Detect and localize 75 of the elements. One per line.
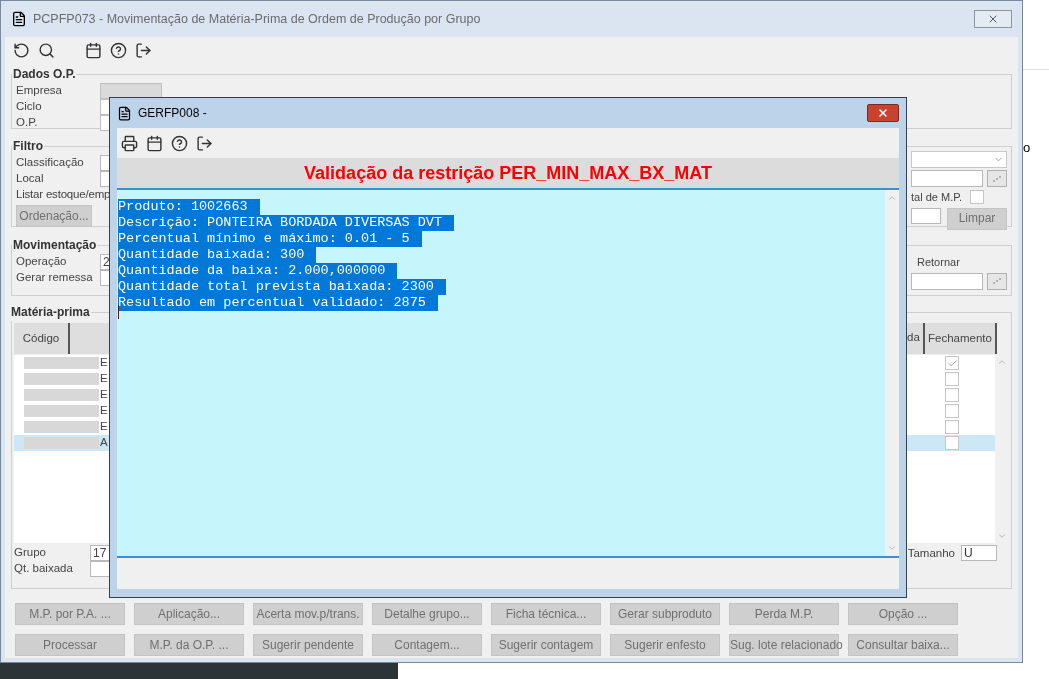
column-header[interactable]: da bbox=[907, 323, 925, 354]
table-row[interactable]: E bbox=[14, 387, 995, 403]
input-field[interactable] bbox=[90, 561, 110, 577]
input-field[interactable] bbox=[911, 272, 983, 290]
checkbox[interactable] bbox=[945, 356, 959, 370]
field-label: Grupo bbox=[14, 545, 47, 561]
scroll-up-icon[interactable] bbox=[887, 193, 897, 203]
group-title: Matéria-prima bbox=[10, 304, 91, 321]
dialog-title: GERFP008 - bbox=[138, 105, 207, 122]
field-label: Listar estoque/emp bbox=[16, 187, 111, 203]
table-cell-text: E bbox=[100, 387, 108, 403]
lookup-button[interactable] bbox=[987, 170, 1007, 187]
table-row[interactable]: E bbox=[14, 371, 995, 387]
column-header[interactable]: Fechamento bbox=[925, 323, 997, 354]
exit-icon[interactable] bbox=[135, 41, 152, 59]
close-button[interactable] bbox=[867, 104, 899, 122]
table-row[interactable]: E bbox=[14, 355, 995, 371]
scroll-up-icon[interactable] bbox=[997, 357, 1007, 367]
document-icon bbox=[11, 11, 27, 27]
checkbox-label: tal de M.P. bbox=[911, 190, 963, 205]
field-label: Qt. baixada bbox=[14, 561, 74, 577]
checkbox[interactable] bbox=[945, 372, 959, 386]
field-label: Empresa bbox=[16, 83, 64, 99]
dialog-heading: Validação da restrição PER_MIN_MAX_BX_MAT bbox=[304, 161, 712, 185]
field-label: Tamanho bbox=[907, 546, 955, 561]
edge-text: o bbox=[1023, 139, 1031, 157]
checkbox[interactable] bbox=[945, 388, 959, 402]
input-field[interactable] bbox=[100, 83, 162, 99]
ellipsis-icon bbox=[992, 174, 1002, 183]
table-row[interactable]: E bbox=[14, 403, 995, 419]
close-icon bbox=[877, 107, 889, 119]
field-label: Operação bbox=[16, 254, 68, 270]
table-row[interactable]: E bbox=[14, 419, 995, 435]
help-icon[interactable] bbox=[171, 134, 188, 152]
field-label: Ciclo bbox=[16, 99, 43, 115]
lookup-button[interactable] bbox=[987, 272, 1007, 290]
input-field[interactable] bbox=[911, 170, 983, 187]
window-title: PCPFP073 - Movimentação de Matéria-Prima de Ordem de Produção por Grupo bbox=[33, 10, 481, 28]
calendar-icon[interactable] bbox=[85, 41, 102, 59]
checkbox[interactable] bbox=[970, 190, 985, 205]
exit-icon[interactable] bbox=[196, 134, 213, 152]
field-label: O.P. bbox=[16, 115, 39, 131]
close-icon bbox=[987, 13, 999, 25]
scroll-down-icon[interactable] bbox=[997, 531, 1007, 541]
print-icon[interactable] bbox=[121, 134, 138, 152]
text-cursor bbox=[118, 305, 119, 319]
checkbox[interactable] bbox=[945, 436, 959, 450]
column-header[interactable]: Código bbox=[14, 323, 70, 354]
table-cell-text: E bbox=[100, 403, 108, 419]
refresh-icon[interactable] bbox=[13, 41, 30, 59]
group-title: Movimentação bbox=[12, 237, 98, 254]
group-title: Dados O.P. bbox=[12, 66, 77, 83]
field-label: Gerar remessa bbox=[16, 270, 94, 286]
scrollbar[interactable] bbox=[885, 190, 899, 556]
ellipsis-icon bbox=[992, 277, 1002, 285]
scroll-down-icon[interactable] bbox=[887, 543, 897, 553]
search-icon[interactable] bbox=[38, 41, 55, 59]
calendar-icon[interactable] bbox=[146, 134, 163, 152]
input-field[interactable]: 17 bbox=[90, 545, 110, 561]
field-label: Classificação bbox=[16, 155, 85, 171]
help-icon[interactable] bbox=[110, 41, 127, 59]
checkbox[interactable] bbox=[945, 420, 959, 434]
table-cell-text: A bbox=[100, 435, 108, 451]
radio-label: Retornar bbox=[916, 255, 960, 270]
checkbox[interactable] bbox=[945, 404, 959, 418]
input-field[interactable]: U bbox=[961, 545, 997, 561]
table-cell-text: E bbox=[100, 371, 108, 387]
message-textarea[interactable] bbox=[117, 188, 899, 558]
document-icon bbox=[117, 105, 132, 121]
dropdown[interactable] bbox=[911, 151, 1007, 168]
group-title: Filtro bbox=[12, 138, 44, 155]
table-cell-text: E bbox=[100, 355, 108, 371]
table-cell-text: E bbox=[100, 419, 108, 435]
input-field[interactable] bbox=[911, 207, 941, 224]
field-label: Local bbox=[16, 171, 45, 187]
